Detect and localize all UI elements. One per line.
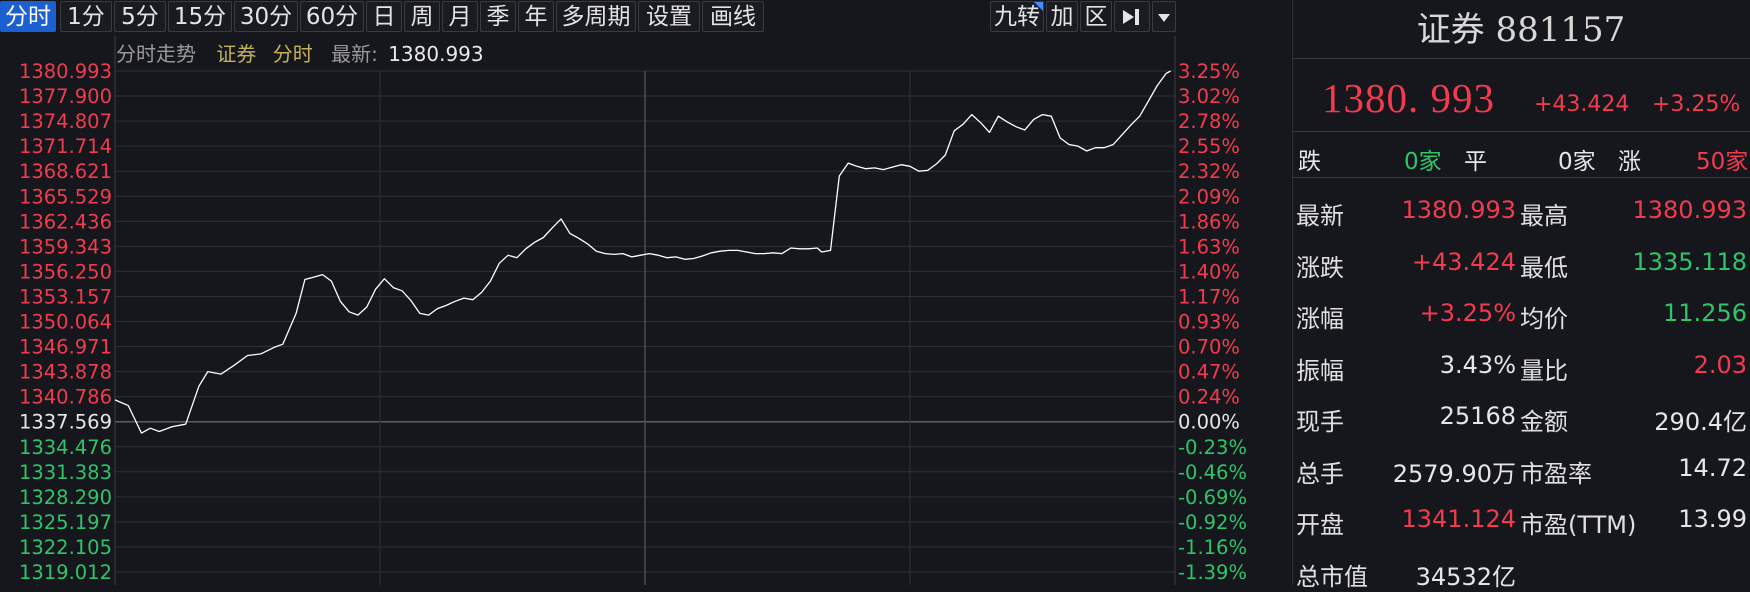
stat-value: 13.99 bbox=[1678, 505, 1747, 533]
y-tick-label-left: 1343.878 bbox=[19, 361, 112, 384]
stat-value: 3.43% bbox=[1439, 351, 1516, 379]
y-tick-label-left: 1328.290 bbox=[19, 486, 112, 509]
price-line bbox=[114, 70, 1171, 434]
stat-value: 290.4亿 bbox=[1654, 408, 1747, 436]
stat-value: +3.25% bbox=[1419, 299, 1516, 327]
y-tick-label-right: -0.46% bbox=[1178, 461, 1247, 484]
y-tick-label-left: 1346.971 bbox=[19, 336, 112, 359]
y-tick-label-right: 0.24% bbox=[1178, 386, 1240, 409]
y-tick-label-left: 1368.621 bbox=[19, 160, 112, 183]
y-tick-label-right: 0.93% bbox=[1178, 311, 1240, 334]
y-tick-label-right: 1.63% bbox=[1178, 235, 1240, 258]
y-tick-label-right: -1.39% bbox=[1178, 561, 1247, 584]
y-tick-label-left: 1380.993 bbox=[19, 60, 112, 83]
stat-value: 25168 bbox=[1439, 402, 1516, 430]
y-tick-label-right: 2.55% bbox=[1178, 135, 1240, 158]
stat-value: 1380.993 bbox=[1401, 196, 1516, 224]
stat-value: 2.03 bbox=[1693, 351, 1747, 379]
y-tick-label-right: 0.70% bbox=[1178, 336, 1240, 359]
y-tick-label-left: 1359.343 bbox=[19, 235, 112, 258]
stat-value: 34532亿 bbox=[1415, 563, 1516, 591]
y-tick-label-right: -0.23% bbox=[1178, 436, 1247, 459]
price-change: +43.424 bbox=[1534, 92, 1630, 117]
y-tick-label-right: 1.17% bbox=[1178, 285, 1240, 308]
stat-value: +43.424 bbox=[1411, 248, 1516, 276]
y-tick-label-left: 1365.529 bbox=[19, 185, 112, 208]
y-tick-label-left: 1334.476 bbox=[19, 436, 112, 459]
y-tick-label-left: 1350.064 bbox=[19, 311, 112, 334]
divider-line bbox=[1292, 177, 1750, 178]
y-tick-label-right: -0.92% bbox=[1178, 511, 1247, 534]
divider-line bbox=[1292, 131, 1750, 132]
y-tick-label-right: 2.32% bbox=[1178, 160, 1240, 183]
y-tick-label-left: 1353.157 bbox=[19, 285, 112, 308]
y-tick-label-right: 2.09% bbox=[1178, 185, 1240, 208]
y-tick-label-right: -0.69% bbox=[1178, 486, 1247, 509]
y-tick-label-right: 3.25% bbox=[1178, 60, 1240, 83]
y-tick-label-left: 1377.900 bbox=[19, 85, 112, 108]
y-tick-label-left: 1374.807 bbox=[19, 110, 112, 133]
y-tick-label-left: 1319.012 bbox=[19, 561, 112, 584]
y-tick-label-right: 1.40% bbox=[1178, 260, 1240, 283]
quote-title: 证券 881157 bbox=[1416, 10, 1626, 50]
breadth-up-value: 50家 bbox=[1696, 149, 1749, 175]
stat-value: 14.72 bbox=[1678, 454, 1747, 482]
breadth-up-label: 涨 bbox=[1618, 149, 1641, 175]
intraday-chart[interactable]: 1380.9931377.9001374.8071371.7141368.621… bbox=[0, 0, 1290, 585]
stat-value: 2579.90万 bbox=[1392, 460, 1516, 488]
y-tick-label-right: 0.00% bbox=[1178, 411, 1240, 434]
current-price: 1380. 993 bbox=[1322, 75, 1495, 121]
price-row: 1380. 993 +43.424 +3.25% bbox=[1292, 74, 1750, 124]
y-tick-label-right: 0.47% bbox=[1178, 361, 1240, 384]
y-tick-label-right: -1.16% bbox=[1178, 536, 1247, 559]
y-tick-label-right: 1.86% bbox=[1178, 210, 1240, 233]
y-tick-label-left: 1356.250 bbox=[19, 260, 112, 283]
breadth-down-label: 跌 bbox=[1298, 149, 1321, 175]
y-tick-label-left: 1371.714 bbox=[19, 135, 112, 158]
y-tick-label-left: 1337.569 bbox=[19, 411, 112, 434]
divider-line bbox=[1292, 58, 1750, 59]
y-tick-label-left: 1340.786 bbox=[19, 386, 112, 409]
stat-value: 1341.124 bbox=[1401, 505, 1516, 533]
breadth-flat-label: 平 bbox=[1464, 149, 1487, 175]
y-tick-label-right: 2.78% bbox=[1178, 110, 1240, 133]
y-tick-label-left: 1362.436 bbox=[19, 210, 112, 233]
y-tick-label-left: 1322.105 bbox=[19, 536, 112, 559]
stat-value: 11.256 bbox=[1663, 299, 1747, 327]
price-change-pct: +3.25% bbox=[1652, 92, 1741, 117]
breadth-down-value: 0家 bbox=[1404, 149, 1442, 175]
stat-value: 1380.993 bbox=[1632, 196, 1747, 224]
stat-value: 1335.118 bbox=[1632, 248, 1747, 276]
breadth-flat-value: 0家 bbox=[1558, 149, 1596, 175]
y-tick-label-left: 1325.197 bbox=[19, 511, 112, 534]
y-tick-label-right: 3.02% bbox=[1178, 85, 1240, 108]
y-tick-label-left: 1331.383 bbox=[19, 461, 112, 484]
